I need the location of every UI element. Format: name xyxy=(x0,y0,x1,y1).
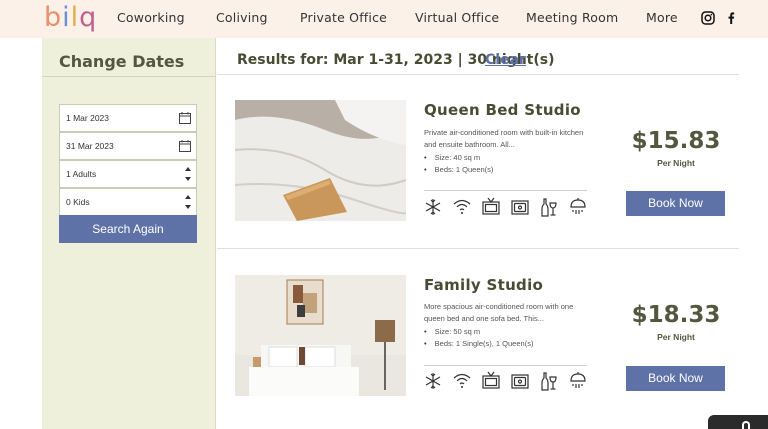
logo[interactable]: bilq xyxy=(44,2,100,36)
clear-link[interactable]: Clear xyxy=(485,52,526,68)
nav-coliving[interactable]: Coliving xyxy=(216,10,268,25)
logo-letter-b: b xyxy=(44,2,63,33)
room-title[interactable]: Queen Bed Studio xyxy=(424,101,581,119)
adults-stepper[interactable]: 1 Adults xyxy=(59,160,197,188)
air-conditioning-icon xyxy=(425,373,441,389)
nav-virtual-office[interactable]: Virtual Office xyxy=(415,10,499,25)
bar-icon xyxy=(541,198,557,217)
divider xyxy=(424,365,587,366)
book-now-button[interactable]: Book Now xyxy=(626,366,725,391)
air-conditioning-icon xyxy=(425,199,441,215)
adults-value: 1 Adults xyxy=(66,169,97,179)
divider xyxy=(424,190,587,191)
per-night-label: Per Night xyxy=(657,332,695,342)
stepper-arrows-icon[interactable] xyxy=(184,192,192,212)
site-header: bilq Coworking Coliving Private Office V… xyxy=(0,0,768,38)
nav-private-office[interactable]: Private Office xyxy=(300,10,387,25)
shower-icon xyxy=(570,198,586,214)
wifi-icon xyxy=(453,373,471,388)
stepper-arrows-icon[interactable] xyxy=(184,164,192,184)
shower-icon xyxy=(570,372,586,388)
microwave-icon xyxy=(511,200,529,215)
tv-icon xyxy=(482,197,500,215)
room-details: Size: 40 sq m Beds: 1 Queen(s) xyxy=(424,152,614,176)
search-again-button[interactable]: Search Again xyxy=(59,215,197,243)
room-description: More spacious air-conditioned room with … xyxy=(424,301,614,325)
logo-letter-l: l xyxy=(70,2,80,33)
instagram-icon[interactable] xyxy=(701,11,715,25)
book-now-button[interactable]: Book Now xyxy=(626,191,725,216)
check-in-field[interactable]: 1 Mar 2023 xyxy=(59,104,197,132)
room-price: $18.33 xyxy=(631,302,721,328)
calendar-icon[interactable] xyxy=(179,112,191,124)
divider xyxy=(217,74,739,75)
description-line: queen bed and one sofa bed. This... xyxy=(424,314,544,323)
amenities-row xyxy=(424,197,594,217)
nav-meeting-room[interactable]: Meeting Room xyxy=(526,10,618,25)
room-beds: Beds: 1 Queen(s) xyxy=(424,164,614,176)
divider xyxy=(42,76,216,77)
room-size: Size: 40 sq m xyxy=(424,152,614,164)
logo-letter-q: q xyxy=(79,2,98,33)
bar-icon xyxy=(541,372,557,391)
nav-coworking[interactable]: Coworking xyxy=(117,10,185,25)
description-line: and ensuite bathroom. All... xyxy=(424,140,515,149)
calendar-icon[interactable] xyxy=(179,140,191,152)
room-photo-family-studio[interactable] xyxy=(235,275,406,396)
facebook-icon[interactable] xyxy=(724,11,738,25)
change-dates-sidebar: Change Dates 1 Mar 2023 31 Mar 2023 1 Ad… xyxy=(42,38,216,429)
wifi-icon xyxy=(453,199,471,214)
check-out-field[interactable]: 31 Mar 2023 xyxy=(59,132,197,160)
divider xyxy=(217,248,739,249)
check-out-value: 31 Mar 2023 xyxy=(66,141,114,151)
description-line: Private air-conditioned room with built-… xyxy=(424,128,584,137)
chat-icon xyxy=(742,421,750,429)
room-title[interactable]: Family Studio xyxy=(424,276,543,294)
chat-widget-button[interactable] xyxy=(708,415,768,429)
nav-more[interactable]: More xyxy=(646,10,678,25)
check-in-value: 1 Mar 2023 xyxy=(66,113,109,123)
per-night-label: Per Night xyxy=(657,158,695,168)
kids-stepper[interactable]: 0 Kids xyxy=(59,188,197,216)
tv-icon xyxy=(482,371,500,389)
logo-letter-i: i xyxy=(62,2,71,33)
description-line: More spacious air-conditioned room with … xyxy=(424,302,574,311)
amenities-row xyxy=(424,371,594,391)
kids-value: 0 Kids xyxy=(66,197,90,207)
sidebar-title: Change Dates xyxy=(59,52,185,71)
room-description: Private air-conditioned room with built-… xyxy=(424,127,614,151)
room-size: Size: 50 sq m xyxy=(424,326,614,338)
room-details: Size: 50 sq m Beds: 1 Single(s), 1 Queen… xyxy=(424,326,614,350)
room-price: $15.83 xyxy=(631,128,721,154)
room-beds: Beds: 1 Single(s), 1 Queen(s) xyxy=(424,338,614,350)
microwave-icon xyxy=(511,374,529,389)
room-photo-queen-bed-studio[interactable] xyxy=(235,100,406,221)
